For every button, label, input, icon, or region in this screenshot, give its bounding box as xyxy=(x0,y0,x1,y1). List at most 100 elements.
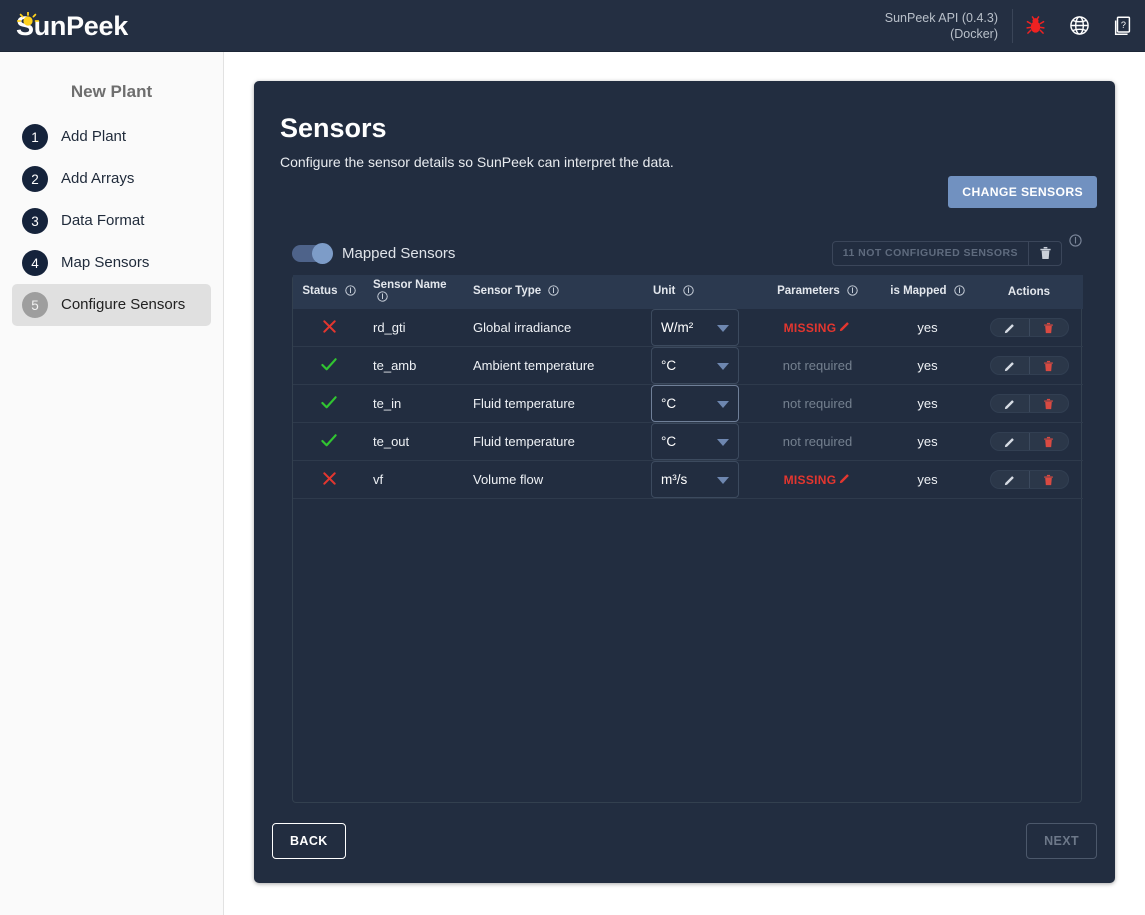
mapped-sensors-toggle[interactable] xyxy=(292,242,333,264)
sidebar: New Plant 1 Add Plant 2 Add Arrays 3 Dat… xyxy=(0,52,224,915)
change-sensors-button[interactable]: CHANGE SENSORS xyxy=(948,176,1097,208)
column-header-sensor-name[interactable]: Sensor Name xyxy=(365,275,465,309)
status-ok-icon xyxy=(320,357,338,376)
sidebar-item-label: Add Plant xyxy=(61,128,127,145)
edit-icon[interactable] xyxy=(991,471,1029,488)
unit-value: m³/s xyxy=(661,472,688,487)
app-logo[interactable]: SunPeek xyxy=(16,10,128,42)
parameters-not-required: not required xyxy=(782,434,853,449)
sidebar-item-label: Map Sensors xyxy=(61,254,150,271)
info-icon[interactable] xyxy=(344,285,356,299)
unit-select[interactable]: °C xyxy=(651,423,739,460)
trash-icon[interactable] xyxy=(1029,242,1061,265)
step-number-4: 4 xyxy=(22,250,48,276)
table-row[interactable]: te_out Fluid temperature °C not required… xyxy=(293,423,1083,461)
cell-status xyxy=(293,347,365,385)
table-row[interactable]: vf Volume flow m³/s MISSING yes xyxy=(293,461,1083,499)
unit-select[interactable]: m³/s xyxy=(651,461,739,498)
sidebar-nav: 1 Add Plant 2 Add Arrays 3 Data Format 4… xyxy=(0,116,223,326)
row-actions xyxy=(989,394,1069,413)
info-icon[interactable] xyxy=(954,285,965,299)
cell-status xyxy=(293,385,365,423)
edit-icon[interactable] xyxy=(991,395,1029,412)
help-pages-icon[interactable]: ? xyxy=(1101,0,1145,52)
cell-actions xyxy=(975,347,1083,385)
cell-status xyxy=(293,309,365,347)
sidebar-item-label: Configure Sensors xyxy=(61,296,186,313)
edit-icon[interactable] xyxy=(991,357,1029,374)
bug-icon[interactable] xyxy=(1013,0,1057,52)
sidebar-item-add-plant[interactable]: 1 Add Plant xyxy=(12,116,211,158)
delete-icon[interactable] xyxy=(1030,395,1068,412)
row-actions xyxy=(989,318,1069,337)
delete-icon[interactable] xyxy=(1030,319,1068,336)
chevron-down-icon xyxy=(717,476,729,484)
delete-icon[interactable] xyxy=(1030,471,1068,488)
sidebar-item-label: Add Arrays xyxy=(61,170,135,187)
cell-unit: W/m² xyxy=(645,309,755,347)
status-ok-icon xyxy=(320,395,338,414)
cell-sensor-name: te_amb xyxy=(373,358,417,373)
table-row[interactable]: te_in Fluid temperature °C not required … xyxy=(293,385,1083,423)
column-header-is-mapped[interactable]: is Mapped xyxy=(880,275,975,309)
table-row[interactable]: te_amb Ambient temperature °C not requir… xyxy=(293,347,1083,385)
delete-icon[interactable] xyxy=(1030,433,1068,450)
sensors-panel: Sensors Configure the sensor details so … xyxy=(254,81,1115,883)
parameters-missing-link[interactable]: MISSING xyxy=(784,472,852,487)
edit-icon[interactable] xyxy=(991,433,1029,450)
info-icon[interactable] xyxy=(1069,234,1082,252)
cell-parameters: MISSING xyxy=(755,461,880,499)
table-header-row: Status Sensor Name Sensor Type Unit Para… xyxy=(293,275,1083,309)
chevron-down-icon xyxy=(717,400,729,408)
unit-select[interactable]: °C xyxy=(651,385,739,422)
row-actions xyxy=(989,432,1069,451)
unit-value: °C xyxy=(661,396,677,411)
unit-value: °C xyxy=(661,358,677,373)
sidebar-item-configure-sensors[interactable]: 5 Configure Sensors xyxy=(12,284,211,326)
toggle-knob xyxy=(312,242,333,264)
main-content: Sensors Configure the sensor details so … xyxy=(224,52,1145,915)
cell-unit: °C xyxy=(645,385,755,423)
delete-icon[interactable] xyxy=(1030,357,1068,374)
sidebar-item-data-format[interactable]: 3 Data Format xyxy=(12,200,211,242)
cell-sensor-type: Fluid temperature xyxy=(473,396,575,411)
status-ok-icon xyxy=(320,433,338,452)
next-button[interactable]: NEXT xyxy=(1026,823,1097,859)
cell-status xyxy=(293,461,365,499)
step-number-3: 3 xyxy=(22,208,48,234)
top-bar-right: SunPeek API (0.4.3) (Docker) ? xyxy=(885,0,1145,52)
sidebar-item-add-arrays[interactable]: 2 Add Arrays xyxy=(12,158,211,200)
sidebar-item-map-sensors[interactable]: 4 Map Sensors xyxy=(12,242,211,284)
chevron-down-icon xyxy=(717,324,729,332)
cell-unit: m³/s xyxy=(645,461,755,499)
column-header-sensor-type[interactable]: Sensor Type xyxy=(465,275,645,309)
globe-icon[interactable] xyxy=(1057,0,1101,52)
cell-status xyxy=(293,423,365,461)
info-icon[interactable] xyxy=(548,285,560,299)
table-row[interactable]: rd_gti Global irradiance W/m² MISSING ye… xyxy=(293,309,1083,347)
page-subtitle: Configure the sensor details so SunPeek … xyxy=(280,154,674,170)
api-version-line2: (Docker) xyxy=(950,26,998,41)
info-icon[interactable] xyxy=(682,285,694,299)
edit-icon[interactable] xyxy=(991,319,1029,336)
cell-sensor-type: Volume flow xyxy=(473,472,544,487)
unit-value: W/m² xyxy=(661,320,694,335)
info-icon[interactable] xyxy=(377,291,388,305)
column-header-unit[interactable]: Unit xyxy=(645,275,755,309)
sensors-table: Status Sensor Name Sensor Type Unit Para… xyxy=(293,275,1083,499)
info-icon[interactable] xyxy=(847,285,858,299)
column-header-parameters[interactable]: Parameters xyxy=(755,275,880,309)
cell-unit: °C xyxy=(645,347,755,385)
parameters-not-required: not required xyxy=(782,396,853,411)
column-header-status[interactable]: Status xyxy=(293,275,365,309)
cell-sensor-name: te_in xyxy=(373,396,402,411)
cell-is-mapped: yes xyxy=(917,472,938,487)
step-number-5: 5 xyxy=(22,292,48,318)
back-button[interactable]: BACK xyxy=(272,823,346,859)
cell-actions xyxy=(975,309,1083,347)
parameters-missing-link[interactable]: MISSING xyxy=(784,320,852,335)
cell-sensor-name: rd_gti xyxy=(373,320,406,335)
unit-select[interactable]: °C xyxy=(651,347,739,384)
unit-select[interactable]: W/m² xyxy=(651,309,739,346)
status-error-icon xyxy=(321,319,338,338)
